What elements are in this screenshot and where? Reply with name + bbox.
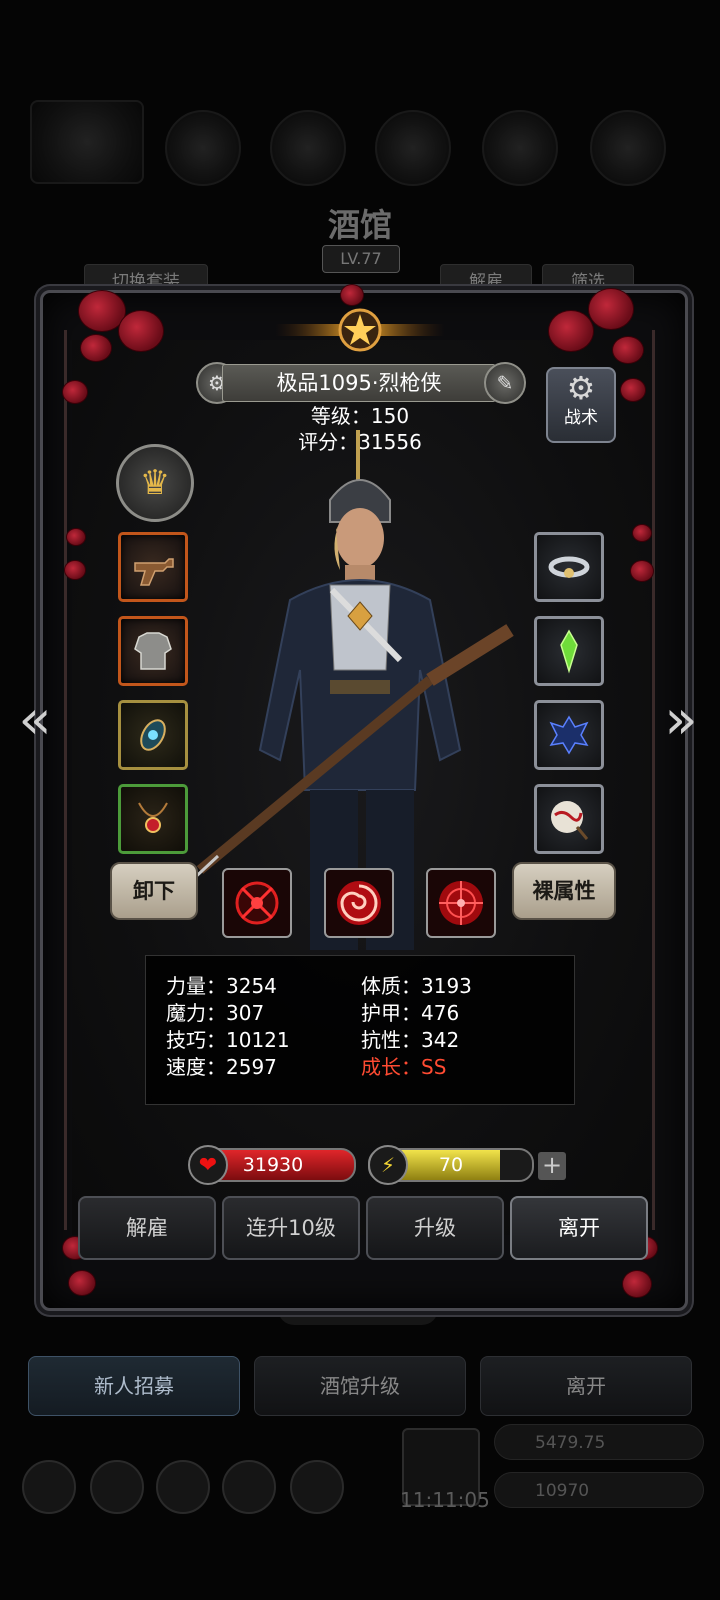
raw-attributes-button[interactable]: 裸属性 xyxy=(512,862,616,920)
heart-icon: ❤ xyxy=(188,1145,228,1185)
stats-panel: 力量：3254 魔力：307 技巧：10121 速度：2597 体质：3193 … xyxy=(145,955,575,1105)
armor-slot-icon[interactable] xyxy=(118,616,188,686)
gold-value: 5479.75 xyxy=(535,1433,606,1453)
rose-ornament xyxy=(64,560,86,580)
background-menu-icon xyxy=(270,110,346,186)
background-avatar xyxy=(30,100,144,184)
rename-edit-icon[interactable]: ✎ xyxy=(484,362,526,404)
dark-crest-slot-icon[interactable] xyxy=(534,700,604,770)
rose-ornament xyxy=(66,528,86,546)
background-level: LV.77 xyxy=(322,245,400,273)
hp-value: 31930 xyxy=(242,1154,304,1176)
leave-button[interactable]: 离开 xyxy=(510,1196,648,1260)
rose-ornament xyxy=(630,560,654,582)
green-crystal-slot-icon[interactable] xyxy=(534,616,604,686)
background-nav-icon[interactable] xyxy=(90,1460,144,1514)
tactics-label: 战术 xyxy=(564,408,598,428)
tactics-button[interactable]: ⚙ 战术 xyxy=(546,367,616,443)
next-hero-arrow-icon[interactable]: » xyxy=(656,690,706,750)
gem-value: 10970 xyxy=(535,1481,590,1501)
gear-icon: ⚙ xyxy=(566,369,596,407)
pistol-slot-icon[interactable] xyxy=(118,532,188,602)
vortex-skill-icon[interactable] xyxy=(324,868,394,938)
background-menu-icon xyxy=(375,110,451,186)
target-skill-icon[interactable] xyxy=(426,868,496,938)
cloud-ring-slot-icon[interactable] xyxy=(534,532,604,602)
gold-counter: 5479.75 xyxy=(494,1424,704,1460)
add-energy-button[interactable]: + xyxy=(538,1152,566,1180)
hero-name: 极品1095·烈枪侠 xyxy=(222,364,496,402)
rose-ornament xyxy=(118,310,164,352)
rose-ornament xyxy=(68,1270,96,1296)
rose-ornament xyxy=(632,524,652,542)
stat-armor: 护甲：476 xyxy=(361,1001,460,1025)
rose-ornament xyxy=(588,288,634,330)
rose-ornament xyxy=(620,378,646,402)
rank-medal-icon[interactable]: ♛ xyxy=(116,444,194,522)
background-menu-icon xyxy=(482,110,558,186)
thorn-vine-right xyxy=(652,330,655,1230)
amulet-slot-icon[interactable] xyxy=(118,700,188,770)
stat-constitution: 体质：3193 xyxy=(361,974,472,998)
stat-strength: 力量：3254 xyxy=(166,974,277,998)
rose-ornament xyxy=(80,334,112,362)
rose-ornament xyxy=(548,310,594,352)
stat-resistance: 抗性：342 xyxy=(361,1028,460,1052)
recruit-button[interactable]: 新人招募 xyxy=(28,1356,240,1416)
previous-hero-arrow-icon[interactable]: « xyxy=(10,690,60,750)
background-title: 酒馆 xyxy=(327,206,392,244)
stat-growth: 成长：SS xyxy=(361,1055,447,1079)
scroll-slot-icon[interactable] xyxy=(534,784,604,854)
rose-ornament xyxy=(612,336,644,364)
background-leave-button[interactable]: 离开 xyxy=(480,1356,692,1416)
background-nav-icon[interactable] xyxy=(290,1460,344,1514)
background-menu-icon xyxy=(165,110,241,186)
stat-skill: 技巧：10121 xyxy=(166,1028,290,1052)
rose-ornament xyxy=(622,1270,652,1298)
level-up-10-button[interactable]: 连升10级 xyxy=(222,1196,360,1260)
lightning-icon: ⚡ xyxy=(368,1145,408,1185)
gem-counter: 10970 xyxy=(494,1472,704,1508)
stat-magic: 魔力：307 xyxy=(166,1001,265,1025)
background-nav-icon[interactable] xyxy=(222,1460,276,1514)
crosshair-skill-icon[interactable] xyxy=(222,868,292,938)
thorn-vine-left xyxy=(64,330,67,1230)
necklace-slot-icon[interactable] xyxy=(118,784,188,854)
upgrade-tavern-button[interactable]: 酒馆升级 xyxy=(254,1356,466,1416)
background-nav-icon[interactable] xyxy=(22,1460,76,1514)
crest-emblem xyxy=(275,308,445,352)
stat-speed: 速度：2597 xyxy=(166,1055,277,1079)
unequip-button[interactable]: 卸下 xyxy=(110,862,198,920)
level-up-button[interactable]: 升级 xyxy=(366,1196,504,1260)
background-clock: 11:11:05 xyxy=(400,1488,490,1512)
background-nav-icon[interactable] xyxy=(156,1460,210,1514)
background-menu-icon xyxy=(590,110,666,186)
dismiss-button[interactable]: 解雇 xyxy=(78,1196,216,1260)
